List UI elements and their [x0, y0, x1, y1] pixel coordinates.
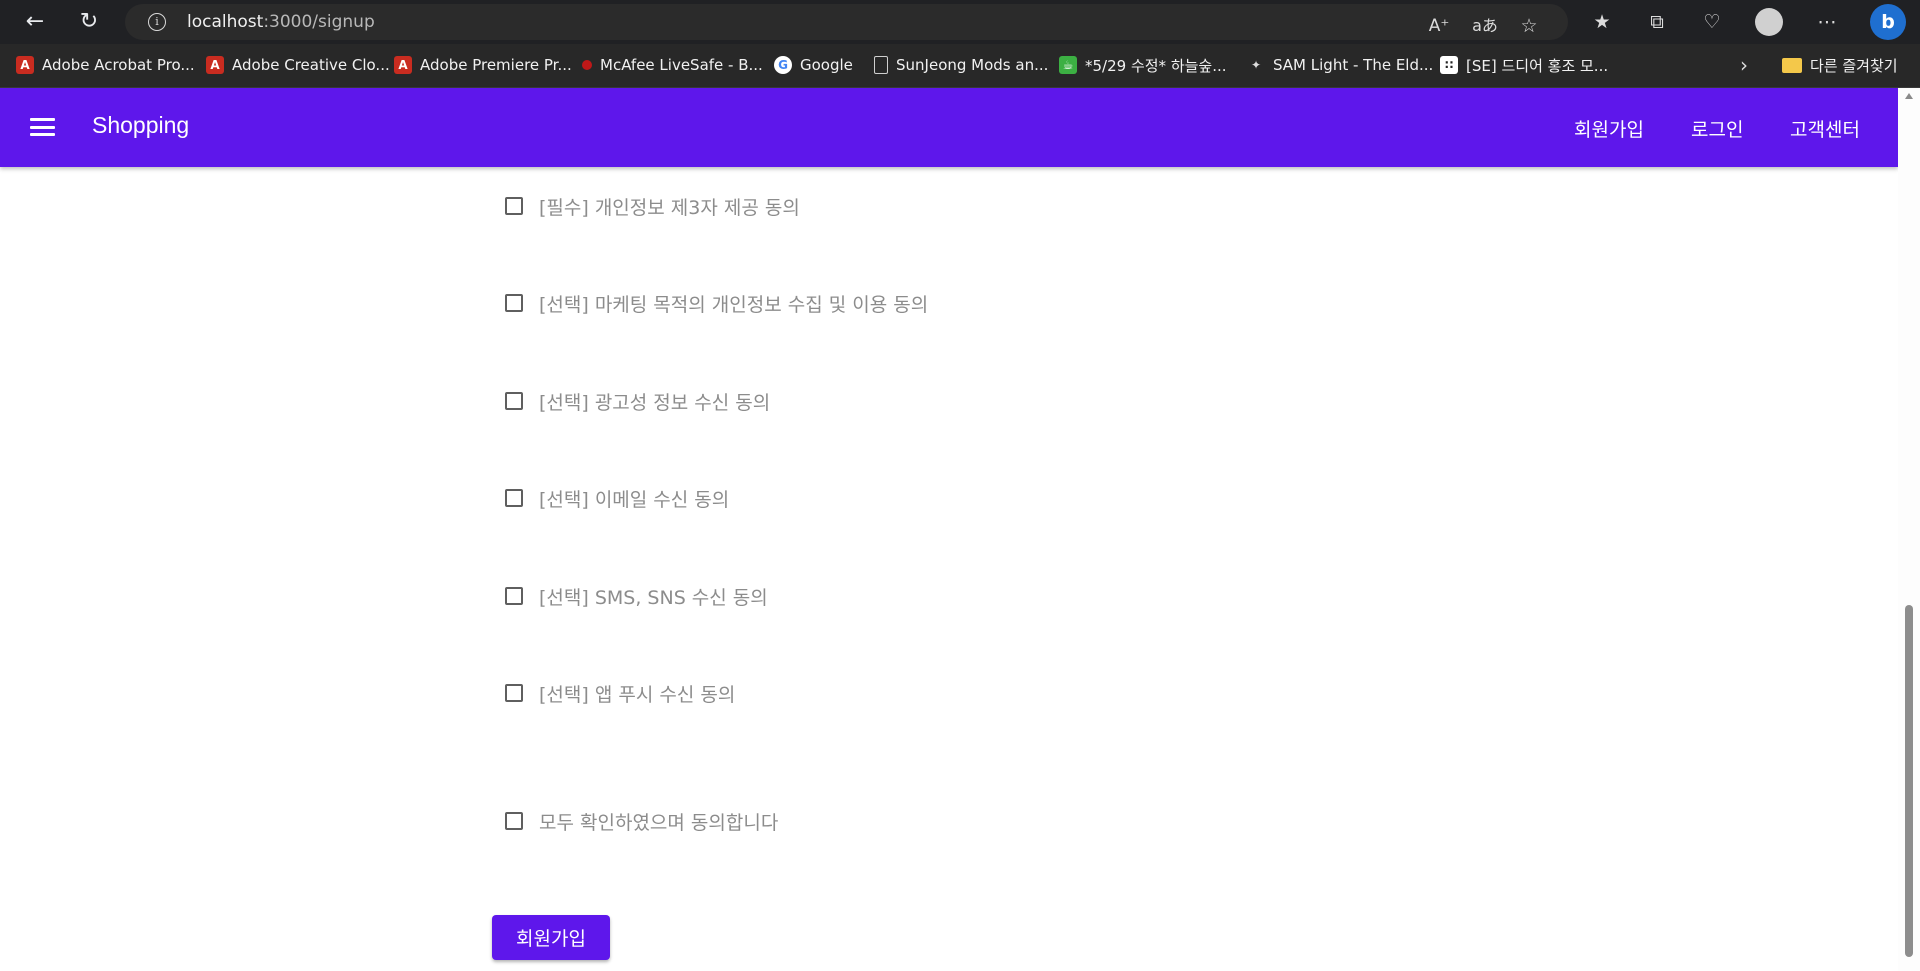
- bookmarks-overflow-chevron-icon[interactable]: ›: [1740, 52, 1748, 78]
- back-arrow-icon[interactable]: ←: [20, 7, 50, 37]
- agreement-label[interactable]: [선택] 앱 푸시 수신 동의: [539, 680, 735, 707]
- bookmarks-bar: A Adobe Acrobat Pro... A Adobe Creative Cl…: [0, 44, 1920, 88]
- favorite-star-icon[interactable]: ☆: [1515, 12, 1543, 40]
- agreement-label[interactable]: [선택] SMS, SNS 수신 동의: [539, 583, 768, 610]
- agree-all-checkbox[interactable]: [505, 812, 523, 830]
- agreement-label[interactable]: [필수] 개인정보 제3자 제공 동의: [539, 193, 800, 220]
- signup-submit-button[interactable]: 회원가입: [492, 915, 610, 960]
- nav-customer-center-link[interactable]: 고객센터: [1790, 115, 1860, 142]
- document-icon: [874, 56, 888, 74]
- bookmark-label: Adobe Acrobat Pro...: [42, 56, 195, 74]
- bookmark-item[interactable]: A Adobe Creative Clo...: [206, 52, 390, 78]
- agreement-row-sms[interactable]: [선택] SMS, SNS 수신 동의: [505, 581, 768, 611]
- agreement-checkbox[interactable]: [505, 197, 523, 215]
- agreement-label[interactable]: [선택] 이메일 수신 동의: [539, 485, 729, 512]
- google-icon: G: [774, 56, 792, 74]
- bookmark-label: [SE] 드디어 홍조 모...: [1466, 56, 1609, 75]
- other-favorites-label: 다른 즐겨찾기: [1810, 56, 1898, 75]
- bookmark-item[interactable]: A Adobe Premiere Pr...: [394, 52, 572, 78]
- bookmark-label: Adobe Premiere Pr...: [420, 56, 572, 74]
- agreement-label[interactable]: [선택] 광고성 정보 수신 동의: [539, 388, 770, 415]
- bookmark-item[interactable]: G Google: [774, 52, 853, 78]
- profile-avatar-icon[interactable]: [1755, 8, 1783, 36]
- favorites-list-icon[interactable]: ★: [1588, 8, 1616, 36]
- sam-icon: ✦: [1250, 58, 1262, 72]
- site-info-icon[interactable]: i: [148, 13, 166, 31]
- agree-all-label[interactable]: 모두 확인하였으며 동의합니다: [539, 808, 778, 835]
- bookmark-item[interactable]: ✦ SAM Light - The Eld...: [1247, 52, 1433, 78]
- refresh-icon[interactable]: ↻: [74, 7, 104, 37]
- bookmark-label: SAM Light - The Eld...: [1273, 56, 1434, 74]
- agreement-checkbox[interactable]: [505, 587, 523, 605]
- bookmark-label: McAfee LiveSafe - B...: [600, 56, 763, 74]
- adobe-icon: A: [206, 56, 224, 74]
- browser-essentials-icon[interactable]: ♡: [1698, 8, 1726, 36]
- nav-signup-link[interactable]: 회원가입: [1574, 115, 1644, 142]
- browser-toolbar: ← ↻ i localhost:3000/signup A⁺ aあ ☆ ★ ⧉ …: [0, 0, 1920, 44]
- read-aloud-icon[interactable]: A⁺: [1425, 12, 1453, 40]
- hamburger-menu-icon[interactable]: [30, 118, 55, 136]
- mcafee-icon: [582, 60, 592, 70]
- bookmark-label: *5/29 수정* 하늘숲...: [1085, 56, 1227, 75]
- scrollbar-thumb[interactable]: [1905, 605, 1913, 957]
- url-path: :3000/signup: [263, 12, 375, 32]
- agreement-checkbox[interactable]: [505, 684, 523, 702]
- agreement-row-marketing[interactable]: [선택] 마케팅 목적의 개인정보 수집 및 이용 동의: [505, 288, 928, 318]
- green-cup-icon: ☕: [1059, 56, 1077, 74]
- url-text[interactable]: localhost:3000/signup: [187, 12, 375, 32]
- app-bar: Shopping 회원가입 로그인 고객센터: [0, 88, 1898, 167]
- bookmark-item[interactable]: McAfee LiveSafe - B...: [582, 52, 763, 78]
- adobe-icon: A: [394, 56, 412, 74]
- agreement-label[interactable]: [선택] 마케팅 목적의 개인정보 수집 및 이용 동의: [539, 290, 928, 317]
- bookmark-item[interactable]: ∷ [SE] 드디어 홍조 모...: [1440, 52, 1608, 78]
- adobe-icon: A: [16, 56, 34, 74]
- agreement-row-advertising[interactable]: [선택] 광고성 정보 수신 동의: [505, 386, 770, 416]
- agreement-row-email[interactable]: [선택] 이메일 수신 동의: [505, 483, 729, 513]
- agreement-checkbox[interactable]: [505, 294, 523, 312]
- se-icon: ∷: [1440, 56, 1458, 74]
- bookmark-item[interactable]: ☕ *5/29 수정* 하늘숲...: [1059, 52, 1227, 78]
- agreement-checkbox[interactable]: [505, 392, 523, 410]
- copilot-icon[interactable]: b: [1870, 4, 1906, 40]
- address-bar[interactable]: i localhost:3000/signup A⁺ aあ ☆: [125, 4, 1568, 40]
- folder-icon: [1782, 57, 1802, 73]
- bookmark-item[interactable]: A Adobe Acrobat Pro...: [16, 52, 195, 78]
- other-favorites[interactable]: 다른 즐겨찾기: [1782, 52, 1898, 78]
- url-host: localhost: [187, 12, 264, 32]
- bookmark-item[interactable]: SunJeong Mods an...: [874, 52, 1048, 78]
- agreement-row-third-party[interactable]: [필수] 개인정보 제3자 제공 동의: [505, 191, 800, 221]
- scroll-up-arrow-icon[interactable]: [1905, 93, 1913, 99]
- agreement-row-app-push[interactable]: [선택] 앱 푸시 수신 동의: [505, 678, 735, 708]
- bookmark-label: Google: [800, 56, 853, 74]
- app-title[interactable]: Shopping: [92, 112, 189, 139]
- more-options-icon[interactable]: ⋯: [1813, 8, 1841, 36]
- nav-login-link[interactable]: 로그인: [1691, 115, 1743, 142]
- translate-icon[interactable]: aあ: [1471, 12, 1499, 40]
- bookmark-label: SunJeong Mods an...: [896, 56, 1049, 74]
- agree-all-row[interactable]: 모두 확인하였으며 동의합니다: [505, 806, 778, 836]
- collections-icon[interactable]: ⧉: [1643, 8, 1671, 36]
- agreement-checkbox[interactable]: [505, 489, 523, 507]
- bookmark-label: Adobe Creative Clo...: [232, 56, 390, 74]
- page-scrollbar[interactable]: [1898, 88, 1920, 971]
